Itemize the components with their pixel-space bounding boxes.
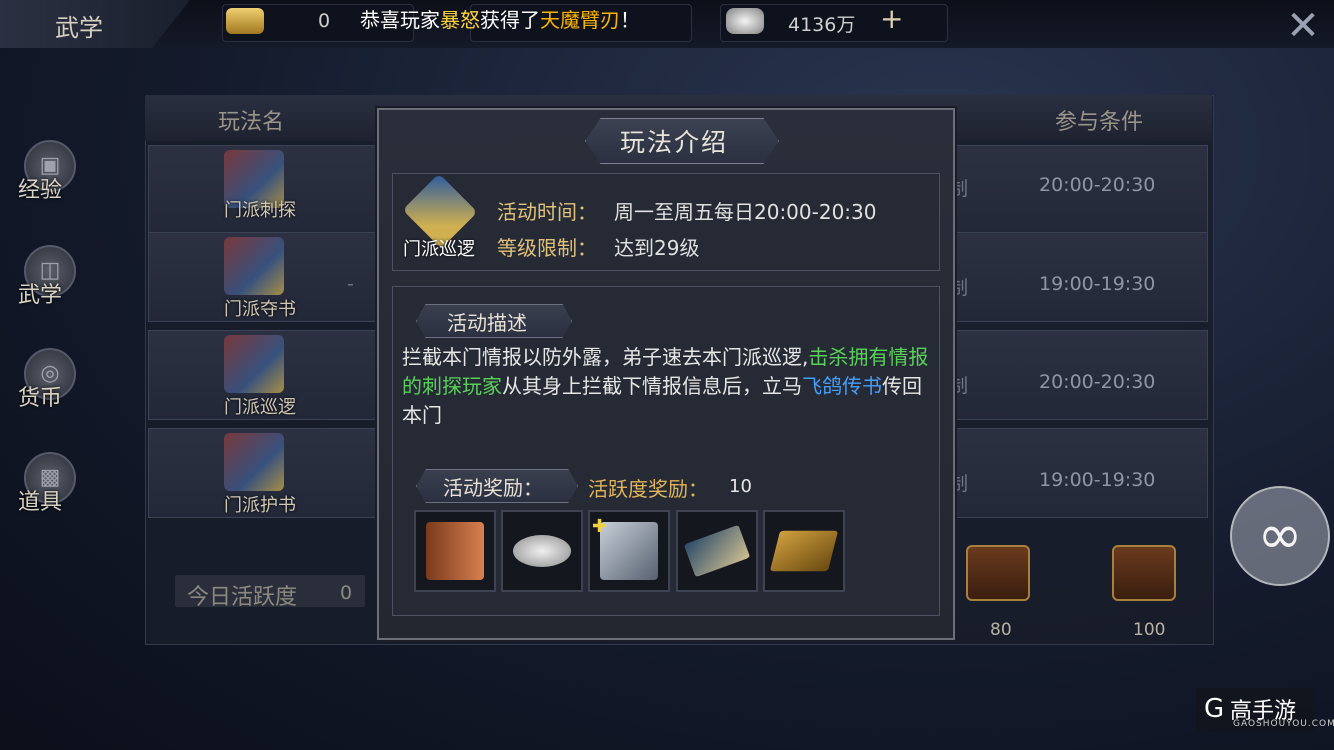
silver-ingot-icon	[726, 8, 764, 34]
row-dash: -	[347, 273, 354, 295]
activity-time: 19:00-19:30	[1039, 273, 1156, 295]
manual-scroll-icon	[683, 524, 751, 578]
activity-icon	[224, 335, 284, 393]
gold-box-icon	[769, 530, 839, 572]
notice-suffix: ！	[620, 8, 640, 32]
chest-threshold: 100	[1133, 620, 1166, 640]
dialog-title: 玩法介绍	[620, 128, 729, 157]
side-tab-items[interactable]: ▩ 道具	[10, 452, 90, 532]
daily-activity-label: 今日活跃度	[187, 585, 298, 610]
side-tab-martial[interactable]: ◫ 武学	[10, 245, 90, 325]
reward-slot[interactable]	[501, 510, 583, 592]
activity-time: 19:00-19:30	[1039, 469, 1156, 491]
activity-icon-label: 门派巡逻	[403, 239, 475, 260]
activity-name: 门派巡逻	[224, 397, 296, 418]
side-tab-label: 道具	[18, 490, 63, 515]
header-condition: 参与条件	[1055, 110, 1144, 135]
daily-activity-value: 0	[340, 582, 353, 604]
gold-ingot-icon	[226, 8, 264, 34]
activity-name: 门派刺探	[224, 200, 296, 221]
notice-item: 天魔臂刃	[540, 8, 620, 32]
header-name: 玩法名	[218, 110, 285, 135]
close-button[interactable]: ✕	[1284, 6, 1322, 46]
fragment-marker-icon: ✚	[592, 516, 608, 537]
book-reward-icon	[426, 522, 484, 580]
desc-highlight-pigeon: 飞鸽传书	[802, 374, 882, 398]
time-value: 周一至周五每日20:00-20:30	[614, 200, 877, 224]
side-tab-experience[interactable]: ▣ 经验	[10, 140, 90, 220]
activity-time: 20:00-20:30	[1039, 174, 1156, 196]
watermark-subtext: GAOSHOUYOU.COM	[1233, 719, 1334, 729]
reward-title: 活动奖励：	[443, 476, 543, 500]
description-text: 拦截本门情报以防外露，弟子速去本门派巡逻,击杀拥有情报的刺探玩家从其身上拦截下情…	[402, 343, 937, 430]
desc-text-3: 从其身上拦截下情报信息后，立马	[502, 374, 802, 398]
desc-title: 活动描述	[447, 311, 527, 335]
reward-slot[interactable]	[763, 510, 845, 592]
silver-value: 4136万	[788, 14, 856, 36]
side-tab-label: 武学	[18, 283, 63, 308]
level-key: 等级限制：	[497, 236, 597, 260]
broadcast-notice: 恭喜玩家暴怒获得了天魔臂刃！	[360, 4, 640, 33]
silver-ingot-icon	[513, 535, 571, 567]
activity-icon	[224, 237, 284, 295]
activity-time: 20:00-20:30	[1039, 371, 1156, 393]
reward-chest-icon[interactable]	[1112, 545, 1176, 601]
reward-slot[interactable]	[414, 510, 496, 592]
swirl-float-button[interactable]: ∞	[1230, 486, 1330, 586]
level-value: 达到29级	[614, 236, 700, 260]
reward-chest-icon[interactable]	[966, 545, 1030, 601]
notice-player: 暴怒	[440, 8, 480, 32]
side-tab-currency[interactable]: ◎ 货币	[10, 348, 90, 428]
activity-name: 门派护书	[224, 495, 296, 516]
add-silver-button[interactable]: +	[880, 2, 903, 35]
activity-icon	[224, 433, 284, 491]
watermark-logo-icon: G	[1204, 694, 1225, 724]
time-key: 活动时间：	[497, 200, 597, 224]
page-title: 武学	[55, 14, 103, 42]
active-reward-label: 活跃度奖励：	[588, 477, 708, 501]
gold-value: 0	[318, 10, 331, 32]
notice-mid: 获得了	[480, 8, 540, 32]
side-tab-label: 货币	[18, 386, 63, 411]
notice-prefix: 恭喜玩家	[360, 8, 440, 32]
reward-slot[interactable]	[676, 510, 758, 592]
side-tab-label: 经验	[18, 178, 63, 203]
active-reward-value: 10	[729, 476, 752, 497]
activity-name: 门派夺书	[224, 299, 296, 320]
scroll-fragment-icon	[600, 522, 658, 580]
desc-text-1: 拦截本门情报以防外露，弟子速去本门派巡逻,	[402, 345, 809, 369]
chest-threshold: 80	[990, 620, 1012, 640]
